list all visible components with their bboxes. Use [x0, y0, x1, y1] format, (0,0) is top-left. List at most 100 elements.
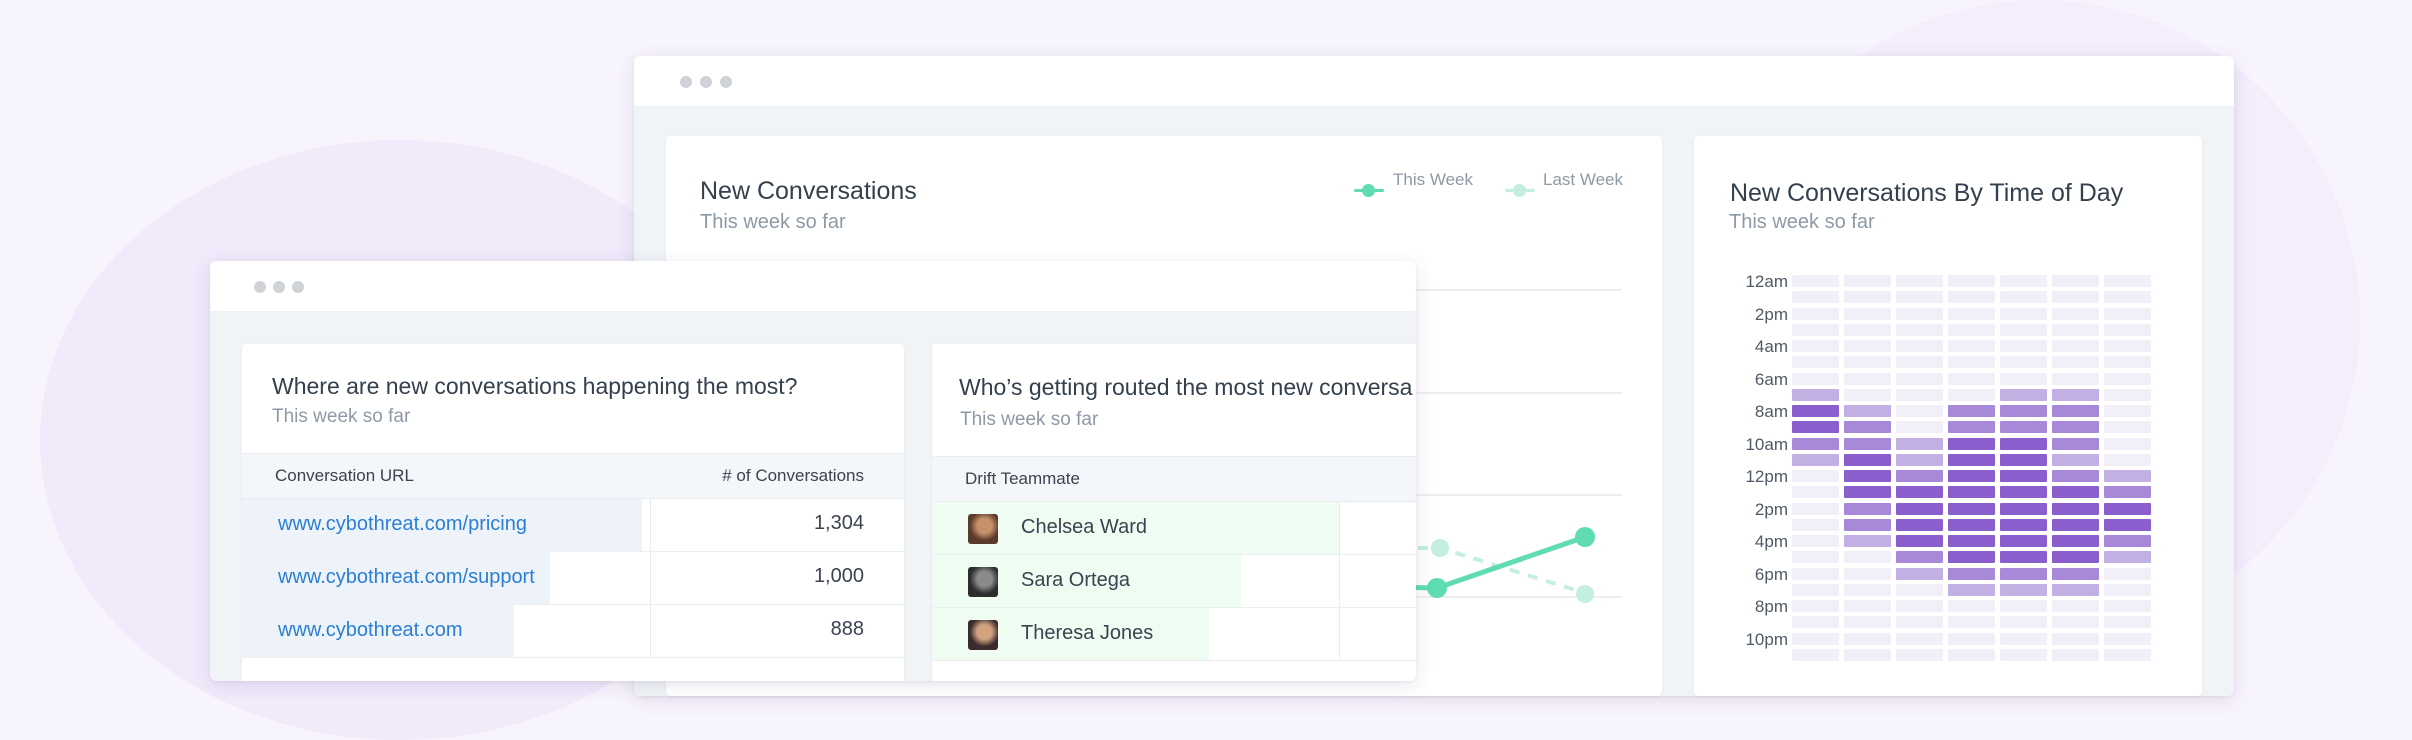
heatmap-cell[interactable]	[1948, 583, 1995, 596]
heatmap-cell[interactable]	[2000, 486, 2047, 499]
heatmap-cell[interactable]	[2104, 518, 2151, 531]
heatmap-cell[interactable]	[1896, 632, 1943, 645]
heatmap-cell[interactable]	[2000, 275, 2047, 287]
heatmap-cell[interactable]	[2000, 421, 2047, 434]
heatmap-cell[interactable]	[1948, 291, 1995, 304]
heatmap-cell[interactable]	[1844, 518, 1891, 531]
heatmap-cell[interactable]	[1948, 535, 1995, 547]
heatmap-cell[interactable]	[1792, 600, 1839, 612]
heatmap-cell[interactable]	[1896, 567, 1943, 580]
heatmap-cell[interactable]	[1844, 275, 1891, 287]
heatmap-cell[interactable]	[2052, 291, 2099, 304]
table-row[interactable]: Sara Ortega	[932, 555, 1416, 608]
heatmap-cell[interactable]	[2000, 470, 2047, 482]
heatmap-cell[interactable]	[1844, 421, 1891, 434]
heatmap-cell[interactable]	[1948, 600, 1995, 612]
heatmap-cell[interactable]	[1792, 275, 1839, 287]
heatmap-cell[interactable]	[2104, 648, 2151, 661]
heatmap-cell[interactable]	[1896, 356, 1943, 369]
heatmap-cell[interactable]	[1948, 616, 1995, 629]
heatmap-cell[interactable]	[1896, 275, 1943, 287]
heatmap-cell[interactable]	[2104, 275, 2151, 287]
heatmap-cell[interactable]	[1792, 486, 1839, 499]
heatmap-cell[interactable]	[2052, 437, 2099, 450]
heatmap-cell[interactable]	[2052, 307, 2099, 320]
heatmap-cell[interactable]	[2104, 632, 2151, 645]
heatmap-cell[interactable]	[2052, 275, 2099, 287]
heatmap-cell[interactable]	[1844, 388, 1891, 401]
heatmap-cell[interactable]	[2052, 340, 2099, 352]
heatmap-cell[interactable]	[2104, 340, 2151, 352]
heatmap-cell[interactable]	[2000, 567, 2047, 580]
heatmap-cell[interactable]	[1792, 437, 1839, 450]
heatmap-cell[interactable]	[2000, 453, 2047, 466]
heatmap-cell[interactable]	[2000, 437, 2047, 450]
heatmap-cell[interactable]	[2104, 388, 2151, 401]
heatmap-cell[interactable]	[2104, 437, 2151, 450]
heatmap-cell[interactable]	[1792, 632, 1839, 645]
heatmap-cell[interactable]	[1844, 583, 1891, 596]
heatmap-cell[interactable]	[1948, 405, 1995, 417]
heatmap-cell[interactable]	[1948, 323, 1995, 336]
heatmap-cell[interactable]	[1896, 648, 1943, 661]
heatmap-cell[interactable]	[1948, 372, 1995, 385]
heatmap-cell[interactable]	[2104, 470, 2151, 482]
heatmap-cell[interactable]	[2104, 291, 2151, 304]
heatmap-cell[interactable]	[1896, 323, 1943, 336]
heatmap-cell[interactable]	[1844, 632, 1891, 645]
heatmap-cell[interactable]	[1844, 567, 1891, 580]
heatmap-cell[interactable]	[2000, 405, 2047, 417]
heatmap-cell[interactable]	[1896, 372, 1943, 385]
table-row[interactable]: Chelsea Ward	[932, 502, 1416, 555]
heatmap-cell[interactable]	[1792, 616, 1839, 629]
heatmap-cell[interactable]	[1896, 453, 1943, 466]
legend-last-week[interactable]: Last Week	[1543, 170, 1623, 190]
heatmap-cell[interactable]	[1792, 470, 1839, 482]
teammate-name[interactable]: Sara Ortega	[1021, 569, 1130, 592]
heatmap-cell[interactable]	[2000, 616, 2047, 629]
column-header-url[interactable]: Conversation URL	[275, 466, 414, 486]
heatmap-cell[interactable]	[1844, 307, 1891, 320]
heatmap-cell[interactable]	[1896, 388, 1943, 401]
heatmap-cell[interactable]	[1948, 421, 1995, 434]
heatmap-cell[interactable]	[2052, 388, 2099, 401]
conversation-url-link[interactable]: www.cybothreat.com/pricing	[278, 513, 527, 536]
heatmap-cell[interactable]	[2052, 535, 2099, 547]
heatmap-cell[interactable]	[1844, 340, 1891, 352]
heatmap-cell[interactable]	[2052, 551, 2099, 564]
heatmap-cell[interactable]	[1948, 551, 1995, 564]
heatmap-cell[interactable]	[1948, 453, 1995, 466]
heatmap-cell[interactable]	[1792, 388, 1839, 401]
heatmap-cell[interactable]	[1844, 551, 1891, 564]
table-row[interactable]: www.cybothreat.com/support 1,000	[242, 552, 904, 605]
heatmap-cell[interactable]	[1844, 616, 1891, 629]
window-control-dot[interactable]	[680, 76, 692, 88]
heatmap-cell[interactable]	[1896, 600, 1943, 612]
heatmap-cell[interactable]	[1948, 567, 1995, 580]
heatmap-cell[interactable]	[1896, 291, 1943, 304]
heatmap-cell[interactable]	[1948, 518, 1995, 531]
heatmap-cell[interactable]	[2000, 388, 2047, 401]
heatmap-cell[interactable]	[2000, 340, 2047, 352]
window-control-dot[interactable]	[292, 281, 304, 293]
heatmap-cell[interactable]	[1896, 616, 1943, 629]
window-control-dot[interactable]	[700, 76, 712, 88]
heatmap-cell[interactable]	[2000, 648, 2047, 661]
table-row[interactable]: Theresa Jones	[932, 608, 1416, 661]
heatmap-cell[interactable]	[1792, 372, 1839, 385]
heatmap-cell[interactable]	[2052, 453, 2099, 466]
heatmap-cell[interactable]	[1844, 600, 1891, 612]
heatmap-cell[interactable]	[2000, 356, 2047, 369]
heatmap-cell[interactable]	[1792, 356, 1839, 369]
window-control-dot[interactable]	[720, 76, 732, 88]
heatmap-cell[interactable]	[1948, 307, 1995, 320]
heatmap-cell[interactable]	[1844, 486, 1891, 499]
heatmap-cell[interactable]	[1792, 323, 1839, 336]
heatmap-cell[interactable]	[2052, 372, 2099, 385]
heatmap-cell[interactable]	[1948, 275, 1995, 287]
conversation-url-link[interactable]: www.cybothreat.com	[278, 619, 463, 642]
heatmap-cell[interactable]	[1844, 648, 1891, 661]
column-header-teammate[interactable]: Drift Teammate	[965, 469, 1080, 489]
heatmap-cell[interactable]	[1792, 648, 1839, 661]
heatmap-cell[interactable]	[2052, 518, 2099, 531]
